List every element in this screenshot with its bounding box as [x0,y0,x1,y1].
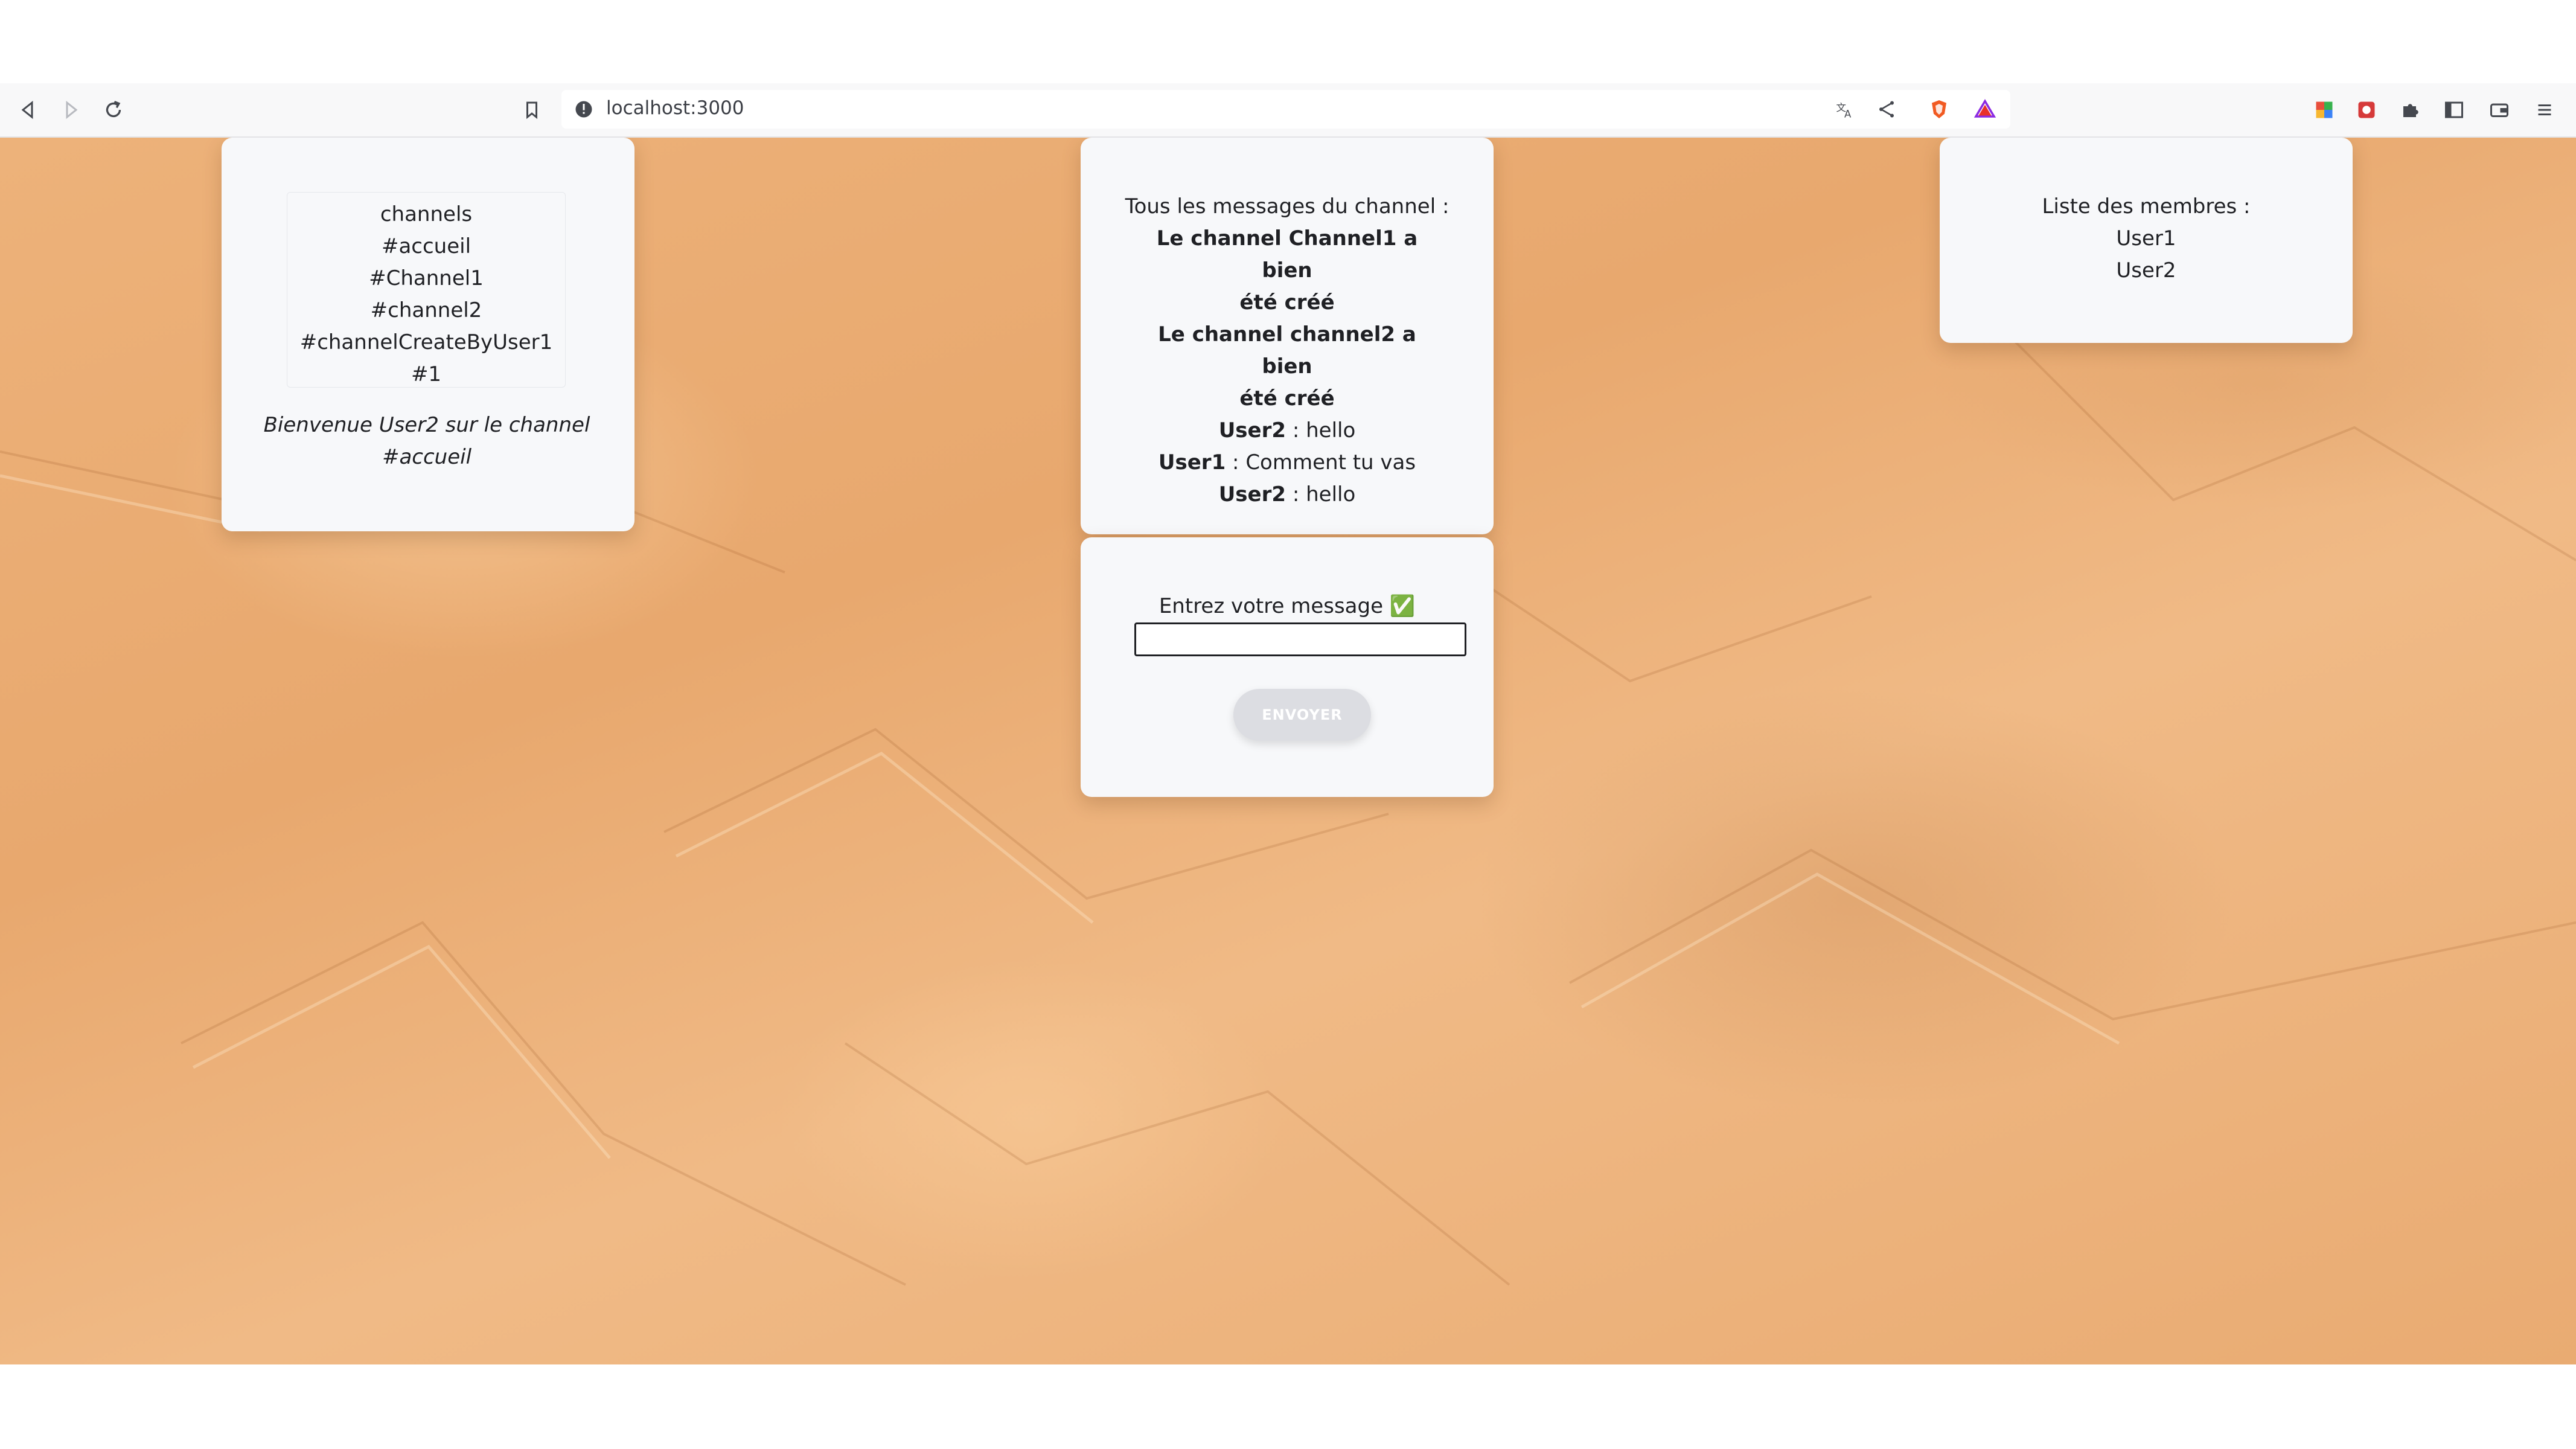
messages-list: Le channel Channel1 a bien été créé Le c… [1141,223,1433,511]
members-title: Liste des membres : [2042,194,2251,219]
members-list: Liste des membres : User1 User2 [1940,191,2353,287]
welcome-message: Bienvenue User2 sur le channel #accueil [246,409,608,473]
forward-icon[interactable] [56,95,86,125]
extension-color-icon[interactable] [2309,95,2339,125]
channels-header: channels [380,202,473,226]
message-author: User2 [1218,418,1286,443]
browser-toolbar: localhost:3000 文A [0,83,2576,138]
channels-list: channels #accueil #Channel1 #channel2 #c… [287,192,566,388]
svg-text:A: A [1844,109,1852,120]
back-icon[interactable] [13,95,43,125]
bookmark-icon[interactable] [517,95,547,125]
address-bar[interactable]: localhost:3000 文A [561,90,2010,129]
chat-message: User2 : hello [1141,479,1433,511]
send-button[interactable]: ENVOYER [1233,689,1371,741]
message-author: User1 [1158,450,1226,475]
reload-icon[interactable] [98,95,129,125]
chat-message: User2 : hello [1141,415,1433,447]
welcome-line-2: #accueil [382,445,472,469]
channel-item-accueil[interactable]: #accueil [287,231,565,263]
message-text: : hello [1286,418,1356,443]
brave-rewards-icon[interactable] [1970,94,2000,124]
composer-card: Entrez votre message ✅ ENVOYER [1081,537,1494,797]
messages-title: Tous les messages du channel : [1125,194,1449,219]
puzzle-icon[interactable] [2395,95,2426,125]
members-card: Liste des membres : User1 User2 [1940,138,2353,343]
brave-shield-icon[interactable] [1924,94,1954,124]
message-text: : hello [1286,482,1356,507]
channel-item-channelcreatebyuser1[interactable]: #channelCreateByUser1 [287,327,565,359]
system-message: Le channel Channel1 a bien [1156,226,1418,283]
member-item: User2 [2116,258,2176,283]
extension-red-icon[interactable] [2351,95,2382,125]
system-message: Le channel channel2 a bien [1158,322,1416,379]
channel-item-channel1[interactable]: #Channel1 [287,263,565,295]
site-info-icon[interactable] [569,94,599,124]
share-icon[interactable] [1871,94,1902,124]
message-text: : Comment tu vas [1226,450,1416,475]
menu-icon[interactable] [2530,95,2560,125]
welcome-line-1: Bienvenue User2 sur le channel [263,413,590,437]
member-item: User1 [2116,226,2176,251]
system-message: été créé [1239,290,1335,315]
messages-card: Tous les messages du channel : Le channe… [1081,138,1494,534]
sidebar-icon[interactable] [2439,95,2469,125]
wallet-icon[interactable] [2484,95,2514,125]
chat-message: User1 : Comment tu vas [1141,447,1433,479]
channel-item-channel2[interactable]: #channel2 [287,295,565,327]
page-viewport: channels #accueil #Channel1 #channel2 #c… [0,138,2576,1364]
message-input[interactable] [1134,622,1466,656]
channel-item-1[interactable]: #1 [287,359,565,391]
channels-card: channels #accueil #Channel1 #channel2 #c… [222,138,634,531]
message-author: User2 [1218,482,1286,507]
translate-icon[interactable]: 文A [1829,94,1859,124]
system-message: été créé [1239,386,1335,411]
message-input-label: Entrez votre message ✅ [1159,594,1416,618]
url-text[interactable]: localhost:3000 [606,97,744,119]
